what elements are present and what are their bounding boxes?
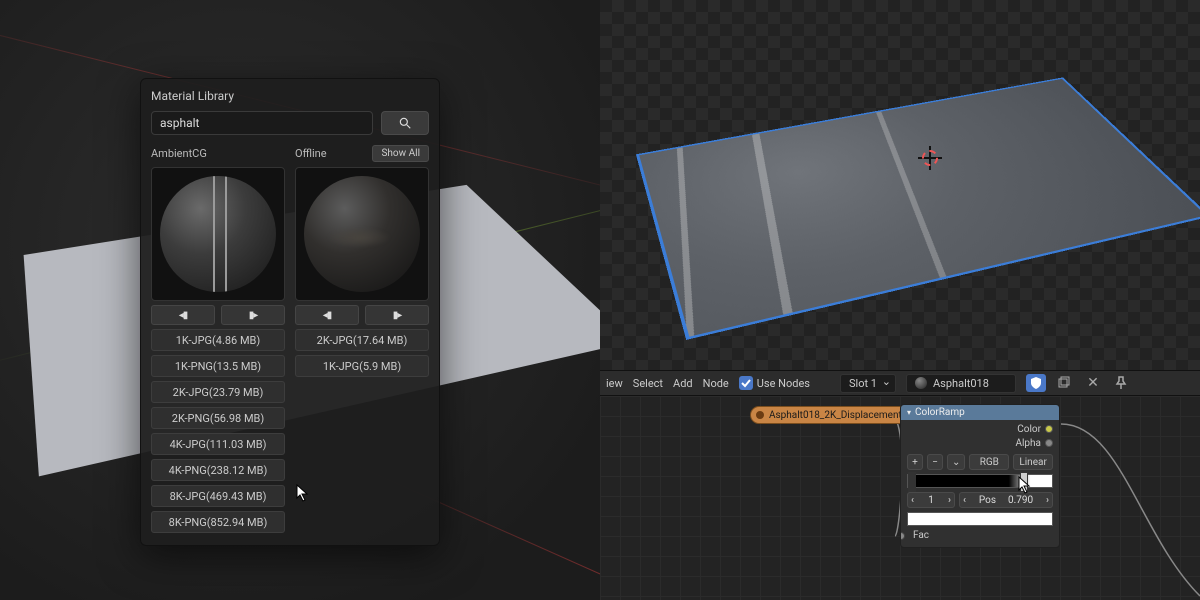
- download-option[interactable]: 2K-JPG(23.79 MB): [151, 381, 285, 403]
- download-option[interactable]: 4K-PNG(238.12 MB): [151, 459, 285, 481]
- right-pane: iew Select Add Node Use Nodes Slot 1 Asp…: [600, 0, 1200, 600]
- download-list: 2K-JPG(17.64 MB) 1K-JPG(5.9 MB): [295, 329, 429, 377]
- material-name-field[interactable]: Asphalt018: [906, 374, 1016, 393]
- output-color-label: Color: [1017, 424, 1041, 435]
- left-viewport: Material Library AmbientCG ◂▮: [0, 0, 600, 600]
- download-list: 1K-JPG(4.86 MB) 1K-PNG(13.5 MB) 2K-JPG(2…: [151, 329, 285, 533]
- preview-prev-button[interactable]: ◂▮: [151, 305, 215, 325]
- search-icon: [398, 116, 412, 130]
- ramp-stop-index-field[interactable]: 1: [907, 492, 955, 508]
- pos-label: Pos: [979, 495, 996, 506]
- material-preview-sphere: [160, 176, 276, 292]
- menu-view[interactable]: iew: [606, 377, 623, 390]
- ramp-tools-dropdown[interactable]: ⌄: [947, 454, 965, 470]
- image-texture-node-label: Asphalt018_2K_Displacement.jpg: [769, 410, 918, 421]
- material-library-title: Material Library: [151, 89, 429, 103]
- ramp-stop-handle[interactable]: [908, 472, 916, 492]
- use-nodes-toggle[interactable]: Use Nodes: [739, 376, 810, 390]
- library-column-ambientcg: AmbientCG ◂▮ ▮▸ 1K-JPG(4.86 MB) 1K-PNG(1…: [151, 143, 285, 533]
- pin-icon: [1115, 376, 1127, 390]
- library-column-offline: Offline Show All ◂▮ ▮▸ 2K-JPG(17.64 MB) …: [295, 143, 429, 533]
- mouse-cursor-icon: [296, 484, 310, 502]
- unlink-material-button[interactable]: ✕: [1084, 374, 1102, 392]
- material-name-text: Asphalt018: [933, 377, 989, 390]
- output-alpha-label: Alpha: [1015, 438, 1041, 449]
- download-option[interactable]: 2K-JPG(17.64 MB): [295, 329, 429, 351]
- download-option[interactable]: 1K-PNG(13.5 MB): [151, 355, 285, 377]
- download-option[interactable]: 8K-JPG(469.43 MB): [151, 485, 285, 507]
- mouse-cursor-icon: [1018, 476, 1032, 494]
- menu-node[interactable]: Node: [703, 377, 729, 390]
- pos-value: 0.790: [1008, 495, 1033, 506]
- ramp-color-mode-dropdown[interactable]: RGB: [969, 454, 1009, 470]
- textured-plane-object[interactable]: [636, 77, 1200, 340]
- material-preview-sphere: [304, 176, 420, 292]
- show-all-button[interactable]: Show All: [372, 145, 429, 162]
- pin-button[interactable]: [1112, 374, 1130, 392]
- material-search-input[interactable]: [151, 111, 373, 135]
- render-preview-viewport[interactable]: [620, 4, 1180, 364]
- download-option[interactable]: 2K-PNG(56.98 MB): [151, 407, 285, 429]
- color-ramp-title[interactable]: ColorRamp: [901, 405, 1059, 420]
- ramp-interpolation-dropdown[interactable]: Linear: [1013, 454, 1053, 470]
- material-slot-dropdown[interactable]: Slot 1: [840, 374, 896, 393]
- 3d-cursor-gizmo: [918, 146, 942, 170]
- duplicate-material-button[interactable]: [1056, 374, 1074, 392]
- download-option[interactable]: 4K-JPG(111.03 MB): [151, 433, 285, 455]
- material-preview-thumb[interactable]: [295, 167, 429, 301]
- download-option[interactable]: 1K-JPG(5.9 MB): [295, 355, 429, 377]
- material-search-button[interactable]: [381, 111, 429, 135]
- material-library-panel: Material Library AmbientCG ◂▮: [140, 78, 440, 546]
- use-nodes-label: Use Nodes: [757, 377, 810, 390]
- input-fac-label: Fac: [913, 530, 929, 541]
- copy-icon: [1058, 376, 1072, 390]
- preview-next-button[interactable]: ▮▸: [221, 305, 285, 325]
- color-ramp-title-text: ColorRamp: [915, 407, 965, 418]
- library-column-name: Offline: [295, 147, 327, 160]
- material-preview-thumb[interactable]: [151, 167, 285, 301]
- menu-add[interactable]: Add: [673, 377, 693, 390]
- download-option[interactable]: 8K-PNG(852.94 MB): [151, 511, 285, 533]
- preview-prev-button[interactable]: ◂▮: [295, 305, 359, 325]
- checkbox-checked-icon: [739, 376, 753, 390]
- download-option[interactable]: 1K-JPG(4.86 MB): [151, 329, 285, 351]
- library-column-name: AmbientCG: [151, 147, 207, 160]
- node-editor-header: iew Select Add Node Use Nodes Slot 1 Asp…: [600, 370, 1200, 396]
- ramp-add-stop-button[interactable]: +: [907, 454, 923, 470]
- ramp-stop-position-field[interactable]: Pos 0.790: [959, 492, 1053, 508]
- ramp-stop-color-swatch[interactable]: [907, 512, 1053, 526]
- output-color-socket[interactable]: Color: [907, 422, 1053, 436]
- output-alpha-socket[interactable]: Alpha: [907, 436, 1053, 450]
- material-sphere-icon: [915, 377, 927, 389]
- node-editor-area[interactable]: Asphalt018_2K_Displacement.jpg ColorRamp…: [600, 396, 1200, 600]
- menu-select[interactable]: Select: [633, 377, 663, 390]
- ramp-remove-stop-button[interactable]: −: [927, 454, 943, 470]
- input-fac-socket[interactable]: Fac: [901, 528, 1059, 547]
- preview-next-button[interactable]: ▮▸: [365, 305, 429, 325]
- fake-user-shield-button[interactable]: [1026, 374, 1046, 392]
- color-ramp-node[interactable]: ColorRamp Color Alpha + − ⌄ RGB Linear: [900, 404, 1060, 548]
- shield-icon: [1031, 377, 1041, 389]
